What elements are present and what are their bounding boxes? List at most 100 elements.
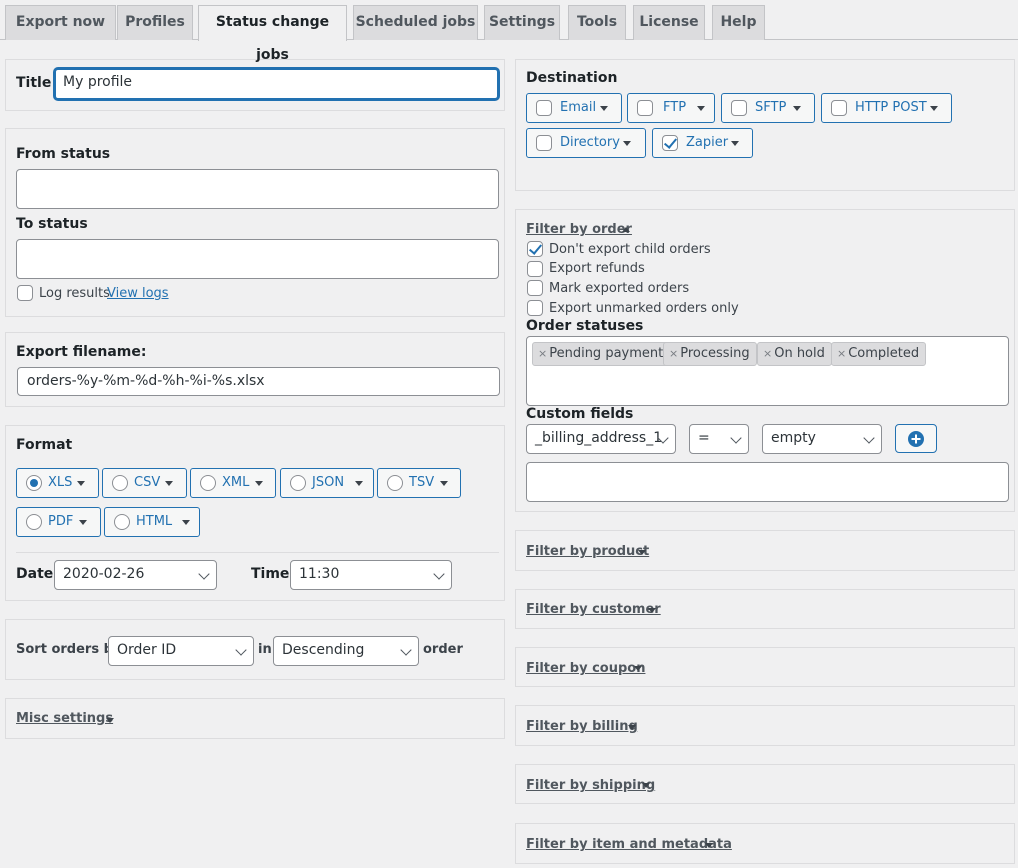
chevron-down-icon <box>433 568 445 580</box>
format-html-button[interactable]: HTML <box>104 507 200 537</box>
chevron-down-icon <box>793 106 801 111</box>
custom-operator-select[interactable]: = <box>689 424 749 454</box>
log-results-checkbox[interactable] <box>17 285 33 301</box>
dont-export-child-checkbox[interactable] <box>527 241 543 257</box>
chevron-up-icon <box>622 227 630 232</box>
mark-exported-label: Mark exported orders <box>549 281 690 296</box>
from-status-input[interactable] <box>16 169 499 209</box>
destination-ftp-checkbox[interactable] <box>637 100 653 116</box>
filter-shipping-toggle[interactable]: Filter by shipping <box>526 778 655 793</box>
time-select[interactable]: 11:30 <box>290 560 452 590</box>
filter-customer-toggle[interactable]: Filter by customer <box>526 602 661 617</box>
destination-directory-checkbox[interactable] <box>536 135 552 151</box>
format-divider <box>16 552 499 553</box>
format-xml-button[interactable]: XML <box>190 468 276 498</box>
status-panel: From status To status Log results View l… <box>5 128 505 317</box>
filter-order-toggle[interactable]: Filter by order <box>526 222 632 237</box>
custom-field-select[interactable]: _billing_address_1 <box>526 424 676 454</box>
chevron-down-icon <box>600 106 608 111</box>
destination-directory-label: Directory <box>560 135 620 150</box>
title-input[interactable]: My profile <box>54 68 499 100</box>
add-custom-field-button[interactable] <box>895 424 937 453</box>
view-logs-link[interactable]: View logs <box>107 286 169 301</box>
tab-status-change-jobs[interactable]: Status change jobs <box>198 5 347 63</box>
custom-fields-text[interactable] <box>526 462 1009 502</box>
tab-license[interactable]: License <box>633 5 705 40</box>
remove-icon[interactable]: × <box>837 347 846 360</box>
mark-exported-checkbox[interactable] <box>527 280 543 296</box>
misc-settings-toggle[interactable]: Misc settings <box>16 711 113 726</box>
chevron-down-icon <box>400 644 412 656</box>
format-pdf-button[interactable]: PDF <box>16 507 101 537</box>
tab-scheduled-jobs[interactable]: Scheduled jobs <box>353 5 478 40</box>
filter-coupon-toggle[interactable]: Filter by coupon <box>526 661 645 676</box>
tab-settings[interactable]: Settings <box>484 5 560 40</box>
filename-input[interactable]: orders-%y-%m-%d-%h-%i-%s.xlsx <box>17 367 500 396</box>
format-tsv-label: TSV <box>409 475 435 490</box>
order-statuses-input[interactable]: × Pending payment × Processing × On hold × C… <box>526 336 1009 406</box>
destination-panel: Destination Email FTP SFTP HTTP POST Dir… <box>515 59 1015 191</box>
tab-tools[interactable]: Tools <box>568 5 626 40</box>
status-chip-label: Processing <box>680 346 750 361</box>
format-csv-radio[interactable] <box>112 475 128 491</box>
remove-icon[interactable]: × <box>763 347 772 360</box>
tab-export-now[interactable]: Export now <box>5 5 116 40</box>
format-tsv-radio[interactable] <box>387 475 403 491</box>
remove-icon[interactable]: × <box>538 347 547 360</box>
destination-zapier-button[interactable]: Zapier <box>652 128 753 158</box>
filter-billing-panel: Filter by billing <box>515 705 1015 746</box>
destination-sftp-checkbox[interactable] <box>731 100 747 116</box>
tab-help[interactable]: Help <box>712 5 765 40</box>
export-refunds-checkbox[interactable] <box>527 261 543 277</box>
status-chip[interactable]: × On hold <box>757 342 832 366</box>
dont-export-child-label: Don't export child orders <box>549 242 711 257</box>
remove-icon[interactable]: × <box>669 347 678 360</box>
format-tsv-button[interactable]: TSV <box>377 468 461 498</box>
status-chip-label: Completed <box>848 346 920 361</box>
status-chip[interactable]: × Pending payment <box>532 342 671 366</box>
format-xls-button[interactable]: XLS <box>16 468 99 498</box>
format-csv-button[interactable]: CSV <box>102 468 187 498</box>
export-unmarked-checkbox[interactable] <box>527 300 543 316</box>
format-json-button[interactable]: JSON <box>280 468 374 498</box>
format-pdf-radio[interactable] <box>26 514 42 530</box>
destination-http-post-button[interactable]: HTTP POST <box>821 93 952 123</box>
tab-bar: Export now Profiles Status change jobs S… <box>0 0 1018 63</box>
chevron-down-icon <box>930 106 938 111</box>
chevron-down-icon <box>642 783 650 788</box>
filter-product-toggle[interactable]: Filter by product <box>526 544 649 559</box>
sort-field-select[interactable]: Order ID <box>108 636 254 666</box>
destination-sftp-button[interactable]: SFTP <box>721 93 815 123</box>
sort-direction-select[interactable]: Descending <box>273 636 419 666</box>
title-panel: Title My profile <box>5 59 505 111</box>
to-status-input[interactable] <box>16 239 499 279</box>
date-value: 2020-02-26 <box>63 566 145 582</box>
destination-http-post-checkbox[interactable] <box>831 100 847 116</box>
filter-billing-toggle[interactable]: Filter by billing <box>526 719 638 734</box>
destination-zapier-checkbox[interactable] <box>662 135 678 151</box>
date-select[interactable]: 2020-02-26 <box>54 560 217 590</box>
destination-ftp-button[interactable]: FTP <box>627 93 715 123</box>
format-csv-label: CSV <box>134 475 161 490</box>
destination-http-post-label: HTTP POST <box>855 100 927 115</box>
filter-product-panel: Filter by product <box>515 530 1015 571</box>
format-xml-radio[interactable] <box>200 475 216 491</box>
status-chip[interactable]: × Processing <box>663 342 757 366</box>
destination-label: Destination <box>526 70 618 86</box>
custom-value-select[interactable]: empty <box>762 424 882 454</box>
filter-item-metadata-toggle[interactable]: Filter by item and metadata <box>526 837 732 852</box>
sort-label: Sort orders by <box>16 642 122 657</box>
format-html-radio[interactable] <box>114 514 130 530</box>
status-chip-label: Pending payment <box>549 346 664 361</box>
format-json-radio[interactable] <box>290 475 306 491</box>
export-refunds-label: Export refunds <box>549 261 645 276</box>
destination-email-button[interactable]: Email <box>526 93 622 123</box>
destination-sftp-label: SFTP <box>755 100 787 115</box>
destination-directory-button[interactable]: Directory <box>526 128 646 158</box>
destination-ftp-label: FTP <box>663 100 687 115</box>
status-chip[interactable]: × Completed <box>831 342 927 366</box>
destination-email-checkbox[interactable] <box>536 100 552 116</box>
tab-profiles[interactable]: Profiles <box>117 5 193 40</box>
format-xls-radio[interactable] <box>26 475 42 491</box>
chevron-down-icon <box>623 141 631 146</box>
